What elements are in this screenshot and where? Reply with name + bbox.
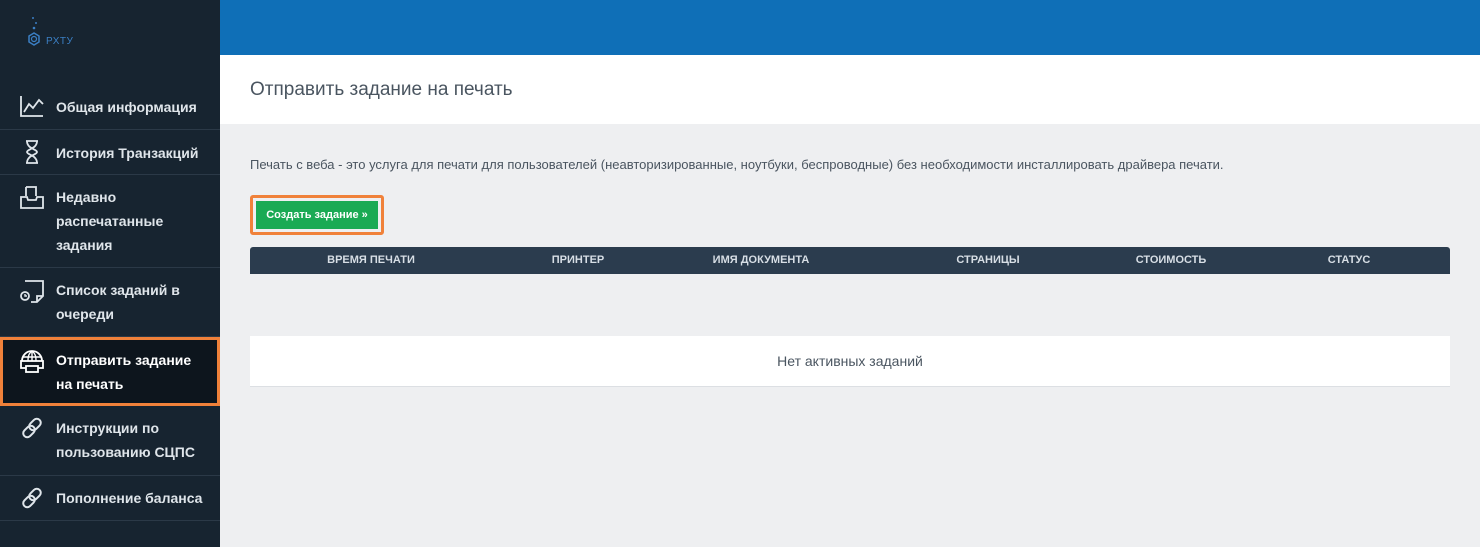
sidebar-item-recent-jobs[interactable]: Недавно распечатанные задания — [0, 175, 220, 268]
column-header-status[interactable]: СТАТУС — [1328, 247, 1371, 274]
sidebar-item-label: пользованию СЦПС — [56, 444, 195, 460]
sidebar-item-overview[interactable]: Общая информация — [0, 84, 220, 130]
link-icon — [22, 487, 42, 509]
hourglass-icon — [26, 140, 38, 164]
queue-page-icon — [20, 280, 44, 303]
logo-text: РХТУ — [46, 36, 74, 47]
empty-table-message: Нет активных заданий — [250, 336, 1450, 387]
sidebar-item-send-print-job[interactable]: Отправить задание на печать — [0, 337, 220, 406]
column-header-document-name[interactable]: ИМЯ ДОКУМЕНТА — [713, 247, 810, 274]
column-header-print-time[interactable]: ВРЕМЯ ПЕЧАТИ — [327, 247, 415, 274]
column-header-printer[interactable]: ПРИНТЕР — [552, 247, 605, 274]
sidebar-item-label: Инструкции по — [56, 420, 160, 436]
create-job-button[interactable]: Создать задание » — [256, 201, 378, 229]
column-header-cost[interactable]: СТОИМОСТЬ — [1136, 247, 1207, 274]
sidebar-item-transactions[interactable]: История Транзакций — [0, 130, 220, 175]
link-icon — [22, 417, 42, 439]
globe-printer-icon — [20, 350, 44, 373]
sidebar-item-job-queue[interactable]: Список заданий в очереди — [0, 268, 220, 337]
page-header: Отправить задание на печать — [220, 55, 1480, 124]
sidebar-item-label: История Транзакций — [56, 145, 199, 161]
sidebar-item-label: Недавно — [56, 189, 117, 205]
top-bar — [220, 0, 1480, 55]
create-button-highlight: Создать задание » — [250, 195, 384, 235]
sidebar-item-label: Список заданий в — [56, 282, 180, 298]
sidebar-item-label: Общая информация — [56, 99, 197, 115]
sidebar-item-label: очереди — [56, 306, 114, 322]
sidebar-item-label: Отправить задание — [56, 352, 192, 368]
jobs-table-header: ВРЕМЯ ПЕЧАТИ ПРИНТЕР ИМЯ ДОКУМЕНТА СТРАН… — [250, 247, 1450, 274]
tray-icon — [20, 186, 44, 209]
sidebar-item-label: Пополнение баланса — [56, 490, 203, 506]
sidebar-item-instructions[interactable]: Инструкции по пользованию СЦПС — [0, 406, 220, 476]
sidebar-nav: Общая информация История Транзакций Неда… — [0, 84, 220, 521]
sidebar-item-label: распечатанные — [56, 213, 164, 229]
sidebar-item-label: задания — [56, 237, 113, 253]
sidebar-item-top-up-balance[interactable]: Пополнение баланса — [0, 476, 220, 521]
page-description: Печать с веба - это услуга для печати дл… — [250, 157, 1224, 172]
chart-line-icon — [20, 96, 44, 117]
page-title: Отправить задание на печать — [250, 79, 513, 100]
column-header-pages[interactable]: СТРАНИЦЫ — [956, 247, 1019, 274]
sidebar: РХТУ Общая информация История Транзакций… — [0, 0, 220, 547]
sidebar-item-label: на печать — [56, 376, 124, 392]
